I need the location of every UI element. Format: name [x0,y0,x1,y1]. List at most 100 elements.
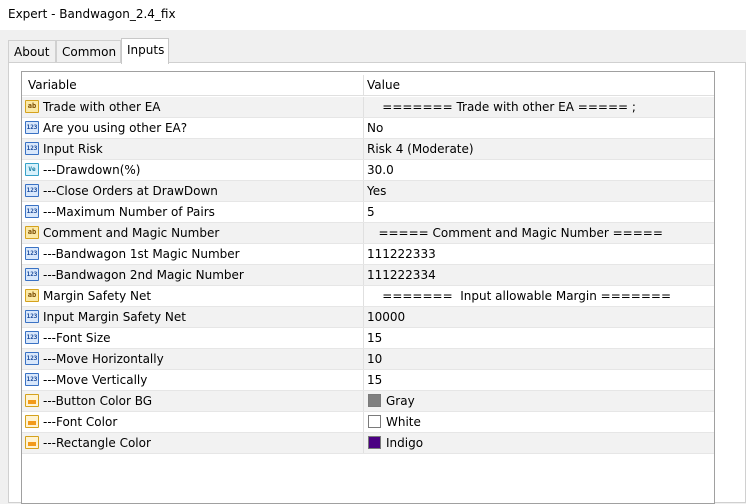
value-cell[interactable]: Risk 4 (Moderate) [364,139,714,159]
variable-name: ---Rectangle Color [43,436,151,450]
table-row[interactable]: ---Button Color BG Gray [22,391,714,412]
table-row[interactable]: 123 ---Move Vertically 15 [22,370,714,391]
header-value[interactable]: Value [364,75,714,95]
value-text: Risk 4 (Moderate) [367,142,474,156]
value-cell[interactable]: 10000 [364,307,714,327]
variable-cell[interactable]: ---Button Color BG [22,391,364,411]
variable-name: Input Risk [43,142,103,156]
tab-inputs[interactable]: Inputs [121,38,169,64]
123-integer-icon: 123 [25,247,39,260]
variable-cell[interactable]: 123 ---Maximum Number of Pairs [22,202,364,222]
color-swatch [368,436,381,449]
variable-cell[interactable]: ab Margin Safety Net [22,286,364,306]
variable-name: ---Button Color BG [43,394,153,408]
window-title: Expert - Bandwagon_2.4_fix [8,7,176,21]
variable-cell[interactable]: 123 ---Bandwagon 2nd Magic Number [22,265,364,285]
ab-string-icon: ab [25,100,39,113]
table-row[interactable]: 123 Input Risk Risk 4 (Moderate) [22,139,714,160]
table-row[interactable]: 123 Are you using other EA? No [22,118,714,139]
value-text: 30.0 [367,163,394,177]
table-row[interactable]: 123 ---Move Horizontally 10 [22,349,714,370]
ve-double-icon: Ve [25,163,39,176]
tab-about[interactable]: About [8,40,56,62]
variable-cell[interactable]: 123 Input Margin Safety Net [22,307,364,327]
inputs-panel: Variable Value ab Trade with other EA ===… [8,62,746,504]
variable-name: ---Bandwagon 2nd Magic Number [43,268,244,282]
value-text: 5 [367,205,375,219]
table-row[interactable]: 123 Input Margin Safety Net 10000 [22,307,714,328]
value-text: ===== Comment and Magic Number ===== [367,226,663,240]
123-integer-icon: 123 [25,331,39,344]
value-text: 15 [367,373,383,387]
value-text: Indigo [386,436,424,450]
value-text: 15 [367,331,383,345]
value-cell[interactable]: No [364,118,714,138]
value-text: 10000 [367,310,406,324]
table-row[interactable]: 123 ---Font Size 15 [22,328,714,349]
value-text: 111222334 [367,268,436,282]
value-cell[interactable]: Gray [364,391,714,411]
table-row[interactable]: 123 ---Bandwagon 2nd Magic Number 11122233… [22,265,714,286]
variable-cell[interactable]: 123 Input Risk [22,139,364,159]
table-row[interactable]: ab Trade with other EA ======= Trade with… [22,97,714,118]
variable-cell[interactable]: 123 ---Font Size [22,328,364,348]
variable-cell[interactable]: Ve ---Drawdown(%) [22,160,364,180]
123-integer-icon: 123 [25,205,39,218]
header-value-label: Value [367,78,400,92]
table-row[interactable]: ab Comment and Magic Number ===== Comment… [22,223,714,244]
tab-common[interactable]: Common [56,40,121,62]
value-cell[interactable]: ===== Comment and Magic Number ===== [364,223,714,243]
variable-name: ---Maximum Number of Pairs [43,205,215,219]
table-row[interactable]: ---Font Color White [22,412,714,433]
variable-name: ---Font Color [43,415,118,429]
value-cell[interactable]: 10 [364,349,714,369]
ab-string-icon: ab [25,289,39,302]
title-bar: Expert - Bandwagon_2.4_fix [0,0,746,30]
variable-name: Are you using other EA? [43,121,188,135]
value-text: 10 [367,352,383,366]
value-cell[interactable]: Yes [364,181,714,201]
variable-name: ---Close Orders at DrawDown [43,184,218,198]
variable-cell[interactable]: 123 ---Move Horizontally [22,349,364,369]
value-text: White [386,415,421,429]
variable-name: ---Move Horizontally [43,352,164,366]
123-integer-icon: 123 [25,310,39,323]
variable-cell[interactable]: 123 Are you using other EA? [22,118,364,138]
value-cell[interactable]: ======= Input allowable Margin ======= [364,286,714,306]
table-row[interactable]: 123 ---Maximum Number of Pairs 5 [22,202,714,223]
value-cell[interactable]: 111222334 [364,265,714,285]
value-cell[interactable]: Indigo [364,433,714,453]
variable-name: ---Font Size [43,331,111,345]
variable-name: ---Drawdown(%) [43,163,141,177]
value-cell[interactable]: 5 [364,202,714,222]
variable-cell[interactable]: ---Rectangle Color [22,433,364,453]
variable-name: Input Margin Safety Net [43,310,186,324]
value-cell[interactable]: 15 [364,328,714,348]
variable-cell[interactable]: ab Trade with other EA [22,97,364,117]
variable-name: Margin Safety Net [43,289,152,303]
table-row[interactable]: 123 ---Close Orders at DrawDown Yes [22,181,714,202]
table-row[interactable]: ab Margin Safety Net ======= Input allowa… [22,286,714,307]
variable-cell[interactable]: ---Font Color [22,412,364,432]
value-text: Gray [386,394,415,408]
table-row[interactable]: Ve ---Drawdown(%) 30.0 [22,160,714,181]
inputs-grid[interactable]: Variable Value ab Trade with other EA ===… [21,71,715,504]
variable-cell[interactable]: ab Comment and Magic Number [22,223,364,243]
variable-cell[interactable]: 123 ---Move Vertically [22,370,364,390]
value-text: 111222333 [367,247,436,261]
value-cell[interactable]: ======= Trade with other EA ===== ; [364,97,714,117]
color-icon [25,394,39,407]
header-variable-label: Variable [28,78,77,92]
ab-string-icon: ab [25,226,39,239]
header-variable[interactable]: Variable [22,75,364,95]
value-cell[interactable]: White [364,412,714,432]
table-row[interactable]: 123 ---Bandwagon 1st Magic Number 11122233… [22,244,714,265]
color-icon [25,415,39,428]
variable-cell[interactable]: 123 ---Bandwagon 1st Magic Number [22,244,364,264]
table-row[interactable]: ---Rectangle Color Indigo [22,433,714,454]
123-integer-icon: 123 [25,373,39,386]
value-cell[interactable]: 111222333 [364,244,714,264]
variable-cell[interactable]: 123 ---Close Orders at DrawDown [22,181,364,201]
value-cell[interactable]: 30.0 [364,160,714,180]
value-cell[interactable]: 15 [364,370,714,390]
